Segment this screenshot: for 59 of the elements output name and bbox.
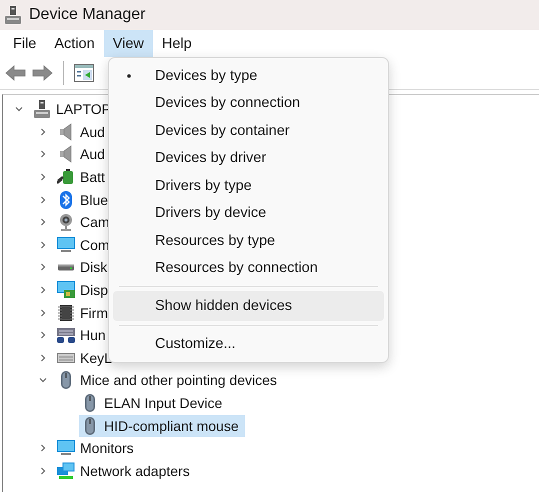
disk-drive-icon: [57, 264, 75, 271]
tree-item[interactable]: Mice and other pointing devices: [55, 369, 283, 392]
menu-item[interactable]: Resources by type: [113, 227, 384, 254]
menu-item[interactable]: Show hidden devices: [113, 291, 384, 321]
device-label: Cam: [80, 214, 110, 230]
device-label: KeyL: [80, 350, 112, 366]
device-label: ELAN Input Device: [104, 395, 222, 412]
tree-item[interactable]: Disp: [55, 279, 114, 302]
webcam-icon: [57, 213, 75, 232]
bluetooth-icon: [57, 190, 75, 209]
menu-item[interactable]: View: [104, 30, 153, 57]
device-label: Batt: [80, 169, 105, 186]
computer-icon: [33, 100, 51, 118]
tree-item[interactable]: Aud: [55, 143, 111, 166]
tree-item[interactable]: Blue: [55, 188, 114, 211]
menu-item[interactable]: Action: [45, 30, 104, 57]
monitor-icon: [57, 236, 75, 254]
tree-item[interactable]: Monitors: [55, 437, 140, 460]
device-label: LAPTOP: [56, 101, 111, 118]
menu-item[interactable]: Resources by connection: [113, 254, 384, 282]
tree-item[interactable]: Batt: [55, 166, 111, 188]
device-label: Monitors: [80, 440, 134, 456]
menu-item[interactable]: Drivers by type: [113, 172, 384, 200]
network-icon: [57, 462, 75, 480]
device-label: Mice and other pointing devices: [80, 372, 277, 388]
menu-item[interactable]: Drivers by device: [113, 200, 384, 227]
device-label: Blue: [80, 192, 108, 208]
tree-item[interactable]: Disk: [55, 256, 114, 278]
device-label: Firm: [80, 304, 108, 321]
device-label: Hun: [80, 327, 106, 344]
back-arrow-icon[interactable]: [5, 64, 27, 82]
tree-item[interactable]: ELAN Input Device: [79, 392, 228, 414]
device-label: Network adapters: [80, 462, 190, 479]
device-label: Aud: [80, 124, 105, 140]
menu-item[interactable]: Devices by type: [113, 62, 384, 90]
device-label: Disk: [80, 259, 108, 276]
menu-item[interactable]: Help: [152, 30, 201, 57]
tree-item[interactable]: Com: [55, 234, 116, 256]
device-label: HID-compliant mouse: [104, 418, 239, 434]
battery-plug-icon: [57, 168, 75, 186]
tree-item[interactable]: Network adapters: [55, 460, 196, 482]
selected-tree-item[interactable]: HID-compliant mouse: [79, 414, 245, 437]
chip-icon: [57, 304, 75, 322]
tree-item[interactable]: Firm: [55, 302, 114, 324]
menu-item[interactable]: File: [4, 30, 46, 57]
monitor-icon: [57, 439, 75, 458]
device-label: Disp: [80, 282, 108, 298]
forward-arrow-icon[interactable]: [31, 64, 53, 82]
device-label: Com: [80, 236, 110, 253]
window-title: Device Manager: [29, 6, 146, 24]
device-label: Aud: [80, 146, 105, 162]
computer-icon: [5, 6, 21, 24]
tree-item[interactable]: Cam: [55, 211, 116, 234]
menu-item[interactable]: Devices by driver: [113, 144, 384, 172]
tree-item[interactable]: Hun: [55, 324, 112, 346]
keyboard-icon: [57, 326, 75, 344]
tree-item[interactable]: Aud: [55, 120, 111, 143]
display-card-icon: [57, 281, 75, 300]
properties-icon[interactable]: [74, 64, 94, 82]
